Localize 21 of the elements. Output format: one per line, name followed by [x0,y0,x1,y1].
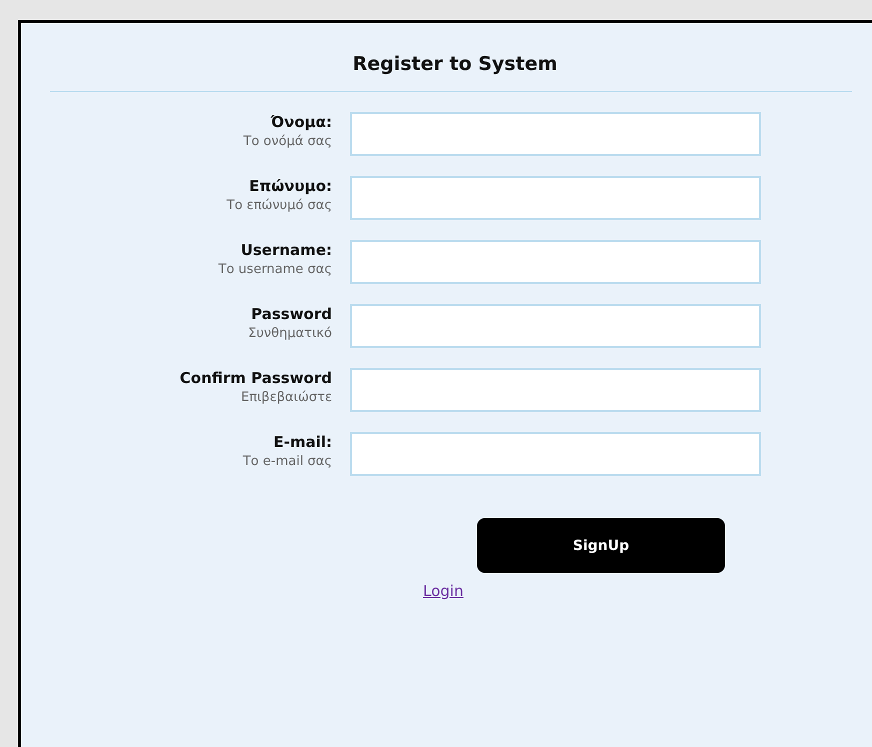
input-field[interactable] [350,304,761,348]
field-hint: Συνθηματικό [248,326,332,341]
input-field[interactable] [350,176,761,220]
field-label: Username: [240,241,332,259]
field-label: Όνομα: [270,113,332,131]
field-hint: Το e-mail σας [242,454,332,469]
input-field[interactable] [350,368,761,412]
field-hint: Το ονόμά σας [243,134,332,149]
input-field[interactable] [350,112,761,156]
signup-button[interactable]: SignUp [477,518,725,573]
field-label: Confirm Password [180,369,332,387]
field-label: E-mail: [273,433,332,451]
form-title: Register to System [352,53,558,75]
field-hint: Επιβεβαιώστε [240,390,332,405]
field-label: Password [251,305,332,323]
login-link[interactable]: Login [423,582,464,600]
field-label: Επώνυμο: [249,177,332,195]
field-hint: Το επώνυμό σας [226,198,332,213]
input-field[interactable] [350,240,761,284]
field-hint: Το username σας [218,262,332,277]
input-field[interactable] [350,432,761,476]
